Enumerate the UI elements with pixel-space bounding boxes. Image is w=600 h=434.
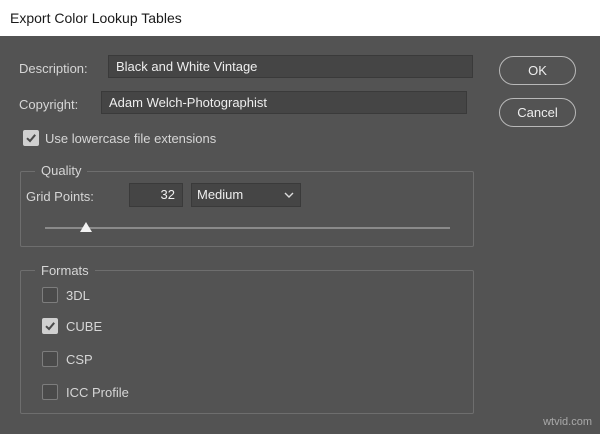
description-input[interactable]: Black and White Vintage [108, 55, 473, 78]
description-label: Description: [19, 61, 88, 76]
quality-title: Quality [35, 163, 88, 178]
copyright-input[interactable]: Adam Welch-Photographist [101, 91, 467, 114]
checkmark-icon [45, 322, 55, 331]
format-checkbox-icc-profile[interactable] [42, 384, 58, 400]
lowercase-checkbox[interactable] [23, 130, 39, 146]
grid-points-slider-thumb[interactable] [79, 222, 92, 232]
format-label-3dl: 3DL [66, 288, 90, 303]
format-checkbox-csp[interactable] [42, 351, 58, 367]
watermark: wtvid.com [543, 416, 592, 428]
copyright-label: Copyright: [19, 97, 79, 112]
grid-points-input[interactable]: 32 [129, 183, 183, 207]
grid-points-slider-track[interactable] [45, 227, 450, 229]
chevron-down-icon [284, 192, 294, 198]
checkmark-icon [26, 134, 36, 143]
format-label-icc-profile: ICC Profile [66, 385, 129, 400]
export-dialog: Description: Black and White Vintage Cop… [0, 36, 600, 434]
quality-preset-value: Medium [197, 187, 244, 202]
format-label-csp: CSP [66, 352, 93, 367]
lowercase-label: Use lowercase file extensions [45, 131, 217, 146]
quality-preset-select[interactable]: Medium [191, 183, 301, 207]
format-checkbox-3dl[interactable] [42, 287, 58, 303]
format-label-cube: CUBE [66, 319, 103, 334]
grid-points-label: Grid Points: [26, 189, 94, 204]
ok-button[interactable]: OK [499, 56, 576, 85]
format-checkbox-cube[interactable] [42, 318, 58, 334]
formats-title: Formats [35, 263, 95, 278]
window-title: Export Color Lookup Tables [0, 0, 600, 36]
cancel-button[interactable]: Cancel [499, 98, 576, 127]
